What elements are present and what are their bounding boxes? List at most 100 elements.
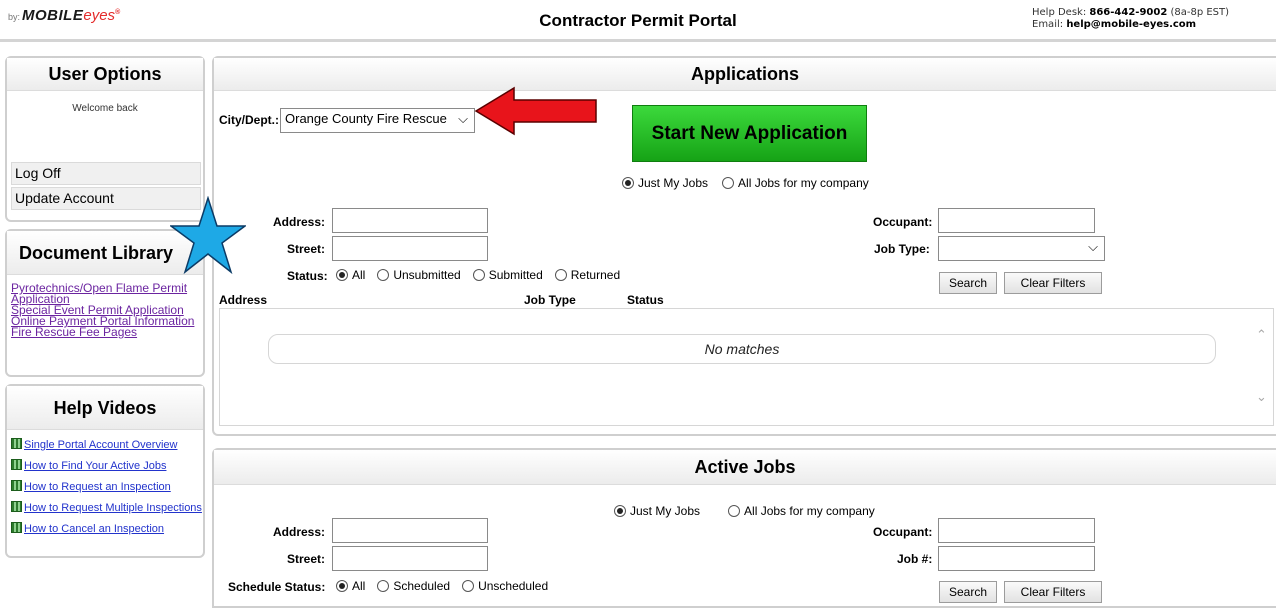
all-jobs-company-label: All Jobs for my company: [738, 176, 869, 190]
status-unsubmitted-radio[interactable]: [377, 269, 390, 281]
help-videos-panel: Help Videos Single Portal Account Overvi…: [5, 384, 205, 558]
schedule-status-radios: All Scheduled Unscheduled: [336, 579, 548, 593]
all-jobs-company-label: All Jobs for my company: [744, 504, 875, 518]
city-dept-select[interactable]: Orange County Fire Rescue ⌵: [280, 108, 475, 133]
video-link-label: Single Portal Account Overview: [24, 439, 178, 451]
active-jobs-scope-radios: Just My Jobs All Jobs for my company: [614, 504, 875, 518]
blue-star-annotation: [170, 196, 246, 275]
job-number-input[interactable]: [938, 546, 1095, 571]
helpdesk-phone: 866-442-9002: [1089, 7, 1168, 18]
scheduled-label: Scheduled: [393, 579, 451, 593]
helpdesk-info: Help Desk: 866-442-9002 (8a-8p EST) Emai…: [1032, 7, 1229, 31]
doc-link-pyrotechnics[interactable]: Pyrotechnics/Open Flame Permit Applicati…: [11, 282, 203, 305]
street-label: Street:: [287, 242, 326, 256]
job-number-label: Job #:: [897, 552, 933, 566]
just-my-jobs-radio[interactable]: [614, 505, 626, 517]
schedule-all-radio[interactable]: [336, 580, 348, 592]
active-occupant-label: Occupant:: [873, 525, 933, 539]
helpdesk-hours: (8a-8p EST): [1170, 7, 1230, 18]
film-icon: [11, 459, 22, 470]
active-address-input[interactable]: [332, 518, 488, 543]
no-matches-row: No matches: [268, 334, 1216, 364]
status-submitted-radio[interactable]: [472, 269, 485, 281]
chevron-down-icon: ⌵: [458, 111, 468, 126]
address-input[interactable]: [332, 208, 488, 233]
video-link-find-active-jobs[interactable]: How to Find Your Active Jobs: [11, 459, 203, 472]
active-street-label: Street:: [287, 552, 326, 566]
column-header-status[interactable]: Status: [627, 293, 664, 307]
helpdesk-email[interactable]: help@mobile-eyes.com: [1066, 19, 1196, 30]
city-dept-value: Orange County Fire Rescue: [285, 111, 447, 126]
film-icon: [11, 501, 22, 512]
status-unsubmitted-label: Unsubmitted: [393, 268, 461, 282]
applications-title: Applications: [214, 58, 1276, 91]
active-occupant-input[interactable]: [938, 518, 1095, 543]
chevron-down-icon: ⌵: [1088, 239, 1098, 254]
video-link-label: How to Cancel an Inspection: [24, 523, 165, 535]
video-link-request-inspection[interactable]: How to Request an Inspection: [11, 480, 203, 493]
job-type-select[interactable]: ⌵: [938, 236, 1105, 261]
video-link-label: How to Request an Inspection: [24, 481, 171, 493]
start-new-application-button[interactable]: Start New Application: [632, 105, 867, 162]
active-street-input[interactable]: [332, 546, 488, 571]
helpdesk-label: Help Desk:: [1032, 7, 1087, 18]
red-arrow-annotation: [474, 86, 597, 136]
film-icon: [11, 438, 22, 449]
status-radios: All Unsubmitted Submitted Returned: [336, 268, 620, 282]
film-icon: [11, 522, 22, 533]
job-type-label: Job Type:: [874, 242, 930, 256]
status-returned-label: Returned: [570, 268, 621, 282]
active-jobs-title: Active Jobs: [214, 450, 1276, 485]
unscheduled-label: Unscheduled: [478, 579, 549, 593]
just-my-jobs-label: Just My Jobs: [630, 504, 701, 518]
video-link-request-multiple[interactable]: How to Request Multiple Inspections: [11, 501, 203, 514]
red-arrow-shape: [474, 86, 597, 136]
occupant-input[interactable]: [938, 208, 1095, 233]
status-all-label: All: [352, 268, 366, 282]
applications-panel: Applications City/Dept.: Orange County F…: [212, 56, 1276, 436]
active-jobs-panel: Active Jobs Just My Jobs All Jobs for my…: [212, 448, 1276, 608]
active-clear-filters-button[interactable]: Clear Filters: [1004, 581, 1102, 603]
scroll-up-icon[interactable]: ⌃: [1256, 327, 1267, 343]
applications-scope-radios: Just My Jobs All Jobs for my company: [622, 176, 869, 190]
log-off-button[interactable]: Log Off: [11, 162, 201, 185]
doc-link-fee-pages[interactable]: Fire Rescue Fee Pages: [11, 326, 203, 338]
status-all-radio[interactable]: [336, 269, 348, 281]
user-options-title: User Options: [7, 58, 203, 91]
video-links: Single Portal Account Overview How to Fi…: [11, 438, 203, 543]
status-submitted-label: Submitted: [488, 268, 543, 282]
address-label: Address:: [273, 215, 326, 229]
scheduled-radio[interactable]: [377, 580, 390, 592]
schedule-all-label: All: [352, 579, 366, 593]
help-videos-title: Help Videos: [7, 386, 203, 430]
video-link-cancel-inspection[interactable]: How to Cancel an Inspection: [11, 522, 203, 535]
column-header-job-type[interactable]: Job Type: [524, 293, 576, 307]
email-label: Email:: [1032, 19, 1064, 30]
welcome-text: Welcome back: [72, 103, 138, 114]
all-jobs-company-radio[interactable]: [722, 177, 735, 189]
unscheduled-radio[interactable]: [462, 580, 475, 592]
film-icon: [11, 480, 22, 491]
column-header-address[interactable]: Address: [219, 293, 267, 307]
city-dept-label: City/Dept.:: [219, 113, 279, 127]
schedule-status-label: Schedule Status:: [228, 580, 326, 594]
just-my-jobs-label: Just My Jobs: [638, 176, 709, 190]
status-label: Status:: [287, 269, 328, 283]
video-link-label: How to Find Your Active Jobs: [24, 460, 167, 472]
search-button[interactable]: Search: [939, 272, 997, 294]
video-link-account-overview[interactable]: Single Portal Account Overview: [11, 438, 203, 451]
top-header: by: MOBILEeyes® Contractor Permit Portal …: [0, 0, 1276, 42]
all-jobs-company-radio[interactable]: [728, 505, 741, 517]
active-search-button[interactable]: Search: [939, 581, 997, 603]
blue-star-shape: [170, 196, 246, 275]
status-returned-radio[interactable]: [554, 269, 567, 281]
scroll-down-icon[interactable]: ⌄: [1256, 389, 1267, 405]
occupant-label: Occupant:: [873, 215, 933, 229]
clear-filters-button[interactable]: Clear Filters: [1004, 272, 1102, 294]
document-links: Pyrotechnics/Open Flame Permit Applicati…: [11, 282, 203, 338]
video-link-label: How to Request Multiple Inspections: [24, 502, 202, 514]
just-my-jobs-radio[interactable]: [622, 177, 634, 189]
results-table: No matches ⌃ ⌄: [219, 308, 1274, 426]
street-input[interactable]: [332, 236, 488, 261]
active-address-label: Address:: [273, 525, 326, 539]
